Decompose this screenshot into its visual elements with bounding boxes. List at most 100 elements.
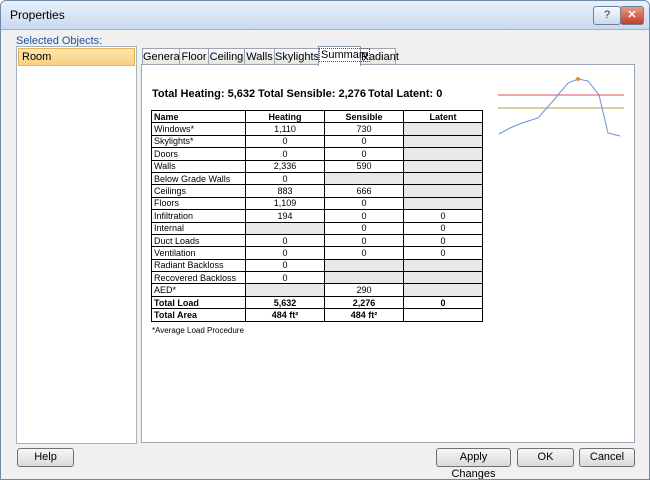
table-cell: Doors [151,147,246,161]
table-cell [403,147,483,161]
apply-changes-button[interactable]: Apply Changes [436,448,511,479]
tab-ceiling[interactable]: Ceiling [208,48,245,65]
table-cell: 0 [324,233,404,248]
table-cell: 2,336 [245,159,325,173]
table-cell: 730 [324,122,404,136]
table-cell: 1,110 [245,122,325,136]
cancel-button[interactable]: Cancel [579,448,635,467]
table-cell: Duct Loads [151,233,246,248]
col-header-sensible: Sensible [324,109,404,124]
list-item-room[interactable]: Room [18,48,135,66]
selected-objects-list[interactable]: Room [16,46,137,444]
tab-skylights[interactable]: Skylights [274,48,319,65]
table-cell [403,196,483,211]
table-cell: 0 [403,233,483,248]
table-cell [403,283,483,297]
tab-walls[interactable]: Walls [244,48,275,65]
footnote: *Average Load Procedure [152,326,244,335]
table-cell [403,122,483,136]
table-row: Windows* 1,110 730 [151,122,483,136]
table-cell: 0 [324,134,404,149]
table-cell: Below Grade Walls [151,171,246,186]
table-cell [245,221,325,235]
tab-summary[interactable]: Summary [318,46,371,66]
table-cell: 0 [324,246,404,260]
peak-dot [576,77,580,81]
table-cell: Walls [151,159,246,173]
table-cell: 1,109 [245,196,325,211]
title-help-button[interactable]: ? [593,6,621,25]
table-header-row: Name Heating Sensible Latent [151,109,483,124]
summary-panel: Total Heating: 5,632 Total Sensible: 2,2… [141,64,635,443]
window-title: Properties [10,8,65,22]
table-cell: 484 ft² [245,308,325,322]
table-cell: Internal [151,221,246,235]
table-cell [403,171,483,186]
load-curve-thumbnail [498,77,624,137]
table-cell [403,134,483,149]
table-cell: 0 [245,134,325,149]
table-row: Ventilation 0 0 0 [151,246,483,260]
properties-window: Properties ? ✕ Selected Objects: Room Ge… [0,0,650,480]
table-cell: 0 [403,246,483,260]
table-cell: 290 [324,283,404,297]
table-cell: 0 [403,209,483,223]
total-latent: Total Latent: 0 [368,88,443,100]
table-cell: 484 ft² [324,308,404,322]
table-cell: 666 [324,184,404,198]
table-row: Internal 0 0 [151,221,483,235]
table-cell: Skylights* [151,134,246,149]
table-row: Total Area 484 ft² 484 ft² [151,308,483,322]
table-row: Walls 2,336 590 [151,159,483,173]
summary-table: Name Heating Sensible Latent Windows* 1,1… [151,109,483,322]
table-cell: 0 [403,221,483,235]
total-sensible: Total Sensible: 2,276 [258,88,367,100]
table-row: AED* 290 [151,283,483,297]
tab-general[interactable]: General [142,48,182,65]
table-cell: 0 [245,171,325,186]
table-cell: Floors [151,196,246,211]
table-cell [403,184,483,198]
table-cell: 0 [245,147,325,161]
table-row: Skylights* 0 0 [151,134,483,149]
ok-button[interactable]: OK [517,448,574,467]
table-cell [403,258,483,273]
table-row: Ceilings 883 666 [151,184,483,198]
table-row: Radiant Backloss 0 [151,258,483,273]
table-cell: 0 [245,233,325,248]
help-button[interactable]: Help [17,448,74,467]
table-row: Recovered Backloss 0 [151,271,483,285]
col-header-heating: Heating [245,109,325,124]
table-cell [324,258,404,273]
title-bar: Properties ? ✕ [1,1,649,30]
table-cell: Total Area [151,308,246,322]
table-cell: 0 [324,147,404,161]
table-cell: Recovered Backloss [151,271,246,285]
table-row: Floors 1,109 0 [151,196,483,211]
table-cell: AED* [151,283,246,297]
close-icon[interactable]: ✕ [620,6,644,25]
table-cell: 0 [324,221,404,235]
table-cell: 0 [403,295,483,310]
table-cell: 883 [245,184,325,198]
table-cell [403,271,483,285]
table-cell: Total Load [151,295,246,310]
table-cell: 5,632 [245,295,325,310]
table-cell [324,271,404,285]
table-cell: 2,276 [324,295,404,310]
table-row: Doors 0 0 [151,147,483,161]
table-cell: Ceilings [151,184,246,198]
table-cell: Windows* [151,122,246,136]
table-cell: 0 [324,209,404,223]
table-cell: Infiltration [151,209,246,223]
col-header-name: Name [151,109,246,124]
tab-floor[interactable]: Floor [179,48,209,65]
table-cell: 0 [324,196,404,211]
table-cell [403,308,483,322]
table-cell: 0 [245,271,325,285]
total-heating: Total Heating: 5,632 [152,88,256,100]
table-cell [324,171,404,186]
col-header-latent: Latent [403,109,483,124]
table-cell: 194 [245,209,325,223]
table-row: Total Load 5,632 2,276 0 [151,295,483,310]
